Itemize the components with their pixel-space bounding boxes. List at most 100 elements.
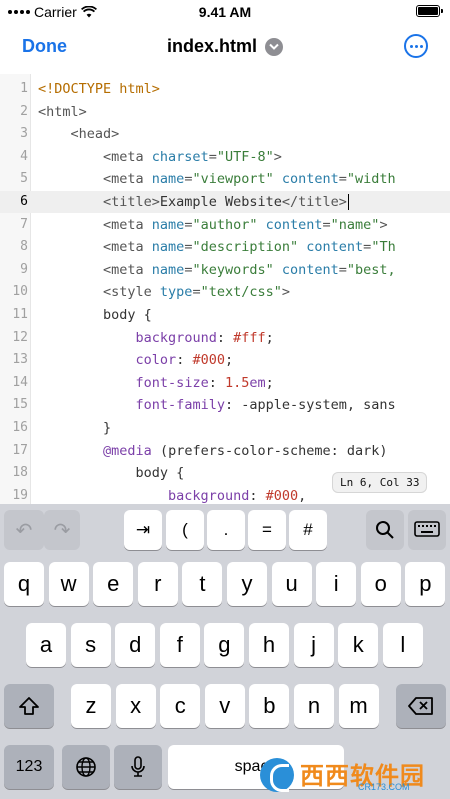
line-number: 13 [12,352,28,368]
dot-key-label: . [223,520,229,539]
key-m[interactable]: m [338,684,379,728]
code-token: <head> [38,126,120,143]
dictation-key[interactable] [114,745,162,789]
code-line[interactable]: 4 <meta charset="UTF-8"> [0,146,450,168]
code-token: <meta [38,171,152,188]
key-z[interactable]: z [71,684,111,728]
code-line[interactable]: 17 @media (prefers-color-scheme: dark) [0,440,450,462]
code-line[interactable]: 2 <html> [0,101,450,123]
code-line[interactable]: 12 background: #fff; [0,327,450,349]
key-k[interactable]: k [338,623,379,667]
search-icon [376,521,394,539]
dot-key-button[interactable]: . [207,510,245,550]
key-y[interactable]: y [227,562,267,606]
key-x[interactable]: x [115,684,156,728]
hash-key-button[interactable]: # [289,510,327,550]
key-p[interactable]: p [405,562,446,606]
software-keyboard: qwertyuiop asdfghjkl zxcvbnm 123 space 西… [0,556,450,799]
numbers-key[interactable]: 123 [4,745,54,789]
code-line[interactable]: 16 } [0,417,450,439]
code-editor[interactable]: 1 <!DOCTYPE html> 2 <html> 3 <head> 4 <meta c… [0,74,450,504]
code-line[interactable]: 10 <style type="text/css"> [0,281,450,303]
key-g[interactable]: g [204,623,245,667]
code-token: #fff [233,329,266,346]
redo-button[interactable]: ↷ [44,510,80,550]
key-b[interactable]: b [249,684,290,728]
code-text: <meta name="author" content="name"> [38,214,388,236]
tab-key-button[interactable]: ⇥ [124,510,162,550]
code-token: "description" [192,239,299,256]
code-token: : [208,374,225,391]
code-token: } [38,420,112,436]
key-u[interactable]: u [271,562,312,606]
key-d[interactable]: d [115,623,156,667]
key-a[interactable]: a [26,623,66,667]
code-line[interactable]: 14 font-size: 1.5em; [0,372,450,394]
code-text: body { [38,304,152,326]
code-token: content [306,239,364,256]
code-token: > [379,216,388,233]
globe-key[interactable] [62,745,110,789]
code-token: color [135,352,177,369]
more-options-button[interactable] [404,34,428,58]
chevron-down-icon [265,37,283,56]
key-l[interactable]: l [382,623,423,667]
code-line[interactable]: 8 <meta name="description" content="Th [0,236,450,258]
key-n[interactable]: n [294,684,334,728]
code-token: (prefers-color-scheme: dark) [151,442,388,459]
undo-button[interactable]: ↶ [4,510,44,550]
code-line[interactable]: 7 <meta name="author" content="name"> [0,214,450,236]
key-s[interactable]: s [70,623,111,667]
code-line[interactable]: 1 <!DOCTYPE html> [0,78,450,100]
code-token: </title> [281,194,347,210]
code-token: "best, [346,261,396,278]
clock: 9.41 AM [198,4,252,20]
keyboard-accessory-bar: ↶ ↷ ⇥ ( . = # [0,504,450,556]
line-number: 18 [12,465,28,481]
code-token: "text/css" [200,284,282,301]
code-token: = [338,261,347,278]
key-w[interactable]: w [48,562,89,606]
code-line[interactable]: 15 font-family: -apple-system, sans [0,394,450,416]
line-number: 3 [20,126,28,142]
key-e[interactable]: e [93,562,134,606]
shift-key[interactable] [4,684,54,728]
key-q[interactable]: q [4,562,44,606]
code-text: } [38,417,111,439]
file-title-button[interactable]: index.html [0,36,450,57]
code-token: <html> [38,103,87,120]
code-token: name [151,261,185,278]
key-j[interactable]: j [293,623,334,667]
code-line[interactable]: 9 <meta name="keywords" content="best, [0,259,450,281]
delete-key[interactable] [396,684,446,728]
code-line[interactable]: 3 <head> [0,123,450,145]
code-line[interactable]: 11 body { [0,304,450,326]
code-token: name [151,239,185,256]
key-t[interactable]: t [182,562,223,606]
equals-key-button[interactable]: = [248,510,286,550]
code-line[interactable]: 13 color: #000; [0,349,450,371]
key-f[interactable]: f [159,623,200,667]
code-token: = [208,148,217,165]
code-line[interactable]: 5 <meta name="viewport" content="width [0,168,450,190]
key-o[interactable]: o [360,562,401,606]
key-h[interactable]: h [249,623,289,667]
watermark-subtext: CR173.COM [358,782,410,792]
search-button[interactable] [366,510,404,550]
paren-key-button[interactable]: ( [166,510,204,550]
code-line[interactable]: 6 <title>Example Website</title> [0,191,450,213]
code-token: "name" [330,216,380,233]
key-v[interactable]: v [204,684,245,728]
key-r[interactable]: r [137,562,178,606]
code-token: = [322,216,331,233]
dismiss-keyboard-button[interactable] [408,510,446,550]
code-token: : [216,329,234,346]
text-cursor [347,194,350,210]
key-c[interactable]: c [160,684,201,728]
key-i[interactable]: i [316,562,357,606]
code-text: <meta name="description" content="Th [38,236,396,258]
line-number: 17 [12,442,28,458]
